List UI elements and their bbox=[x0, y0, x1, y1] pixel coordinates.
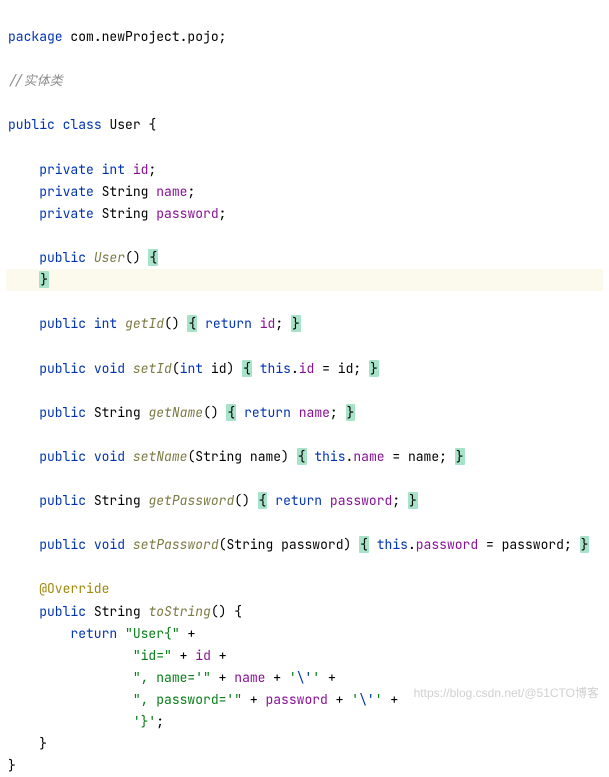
type-string: String bbox=[102, 205, 149, 222]
param-id: id bbox=[211, 360, 227, 377]
package-name: com.newProject.pojo bbox=[70, 28, 218, 45]
code-editor[interactable]: package com.newProject.pojo; //实体类 publi… bbox=[0, 0, 609, 777]
field-id: id bbox=[260, 315, 276, 332]
keyword-private: private bbox=[39, 161, 94, 178]
keyword-public: public bbox=[8, 116, 55, 133]
field-password: password bbox=[416, 536, 478, 553]
type-void: void bbox=[94, 360, 125, 377]
method-setPassword: setPassword bbox=[133, 536, 219, 553]
keyword-this: this bbox=[377, 536, 408, 553]
op-plus: + bbox=[273, 669, 281, 686]
keyword-this: this bbox=[314, 448, 345, 465]
method-getId: getId bbox=[125, 315, 164, 332]
string-literal: ", name='" bbox=[133, 669, 211, 686]
keyword-public: public bbox=[39, 404, 86, 421]
field-name: name bbox=[353, 448, 384, 465]
string-literal: "id=" bbox=[133, 647, 172, 664]
param-password: password bbox=[281, 536, 343, 553]
type-void: void bbox=[94, 536, 125, 553]
method-setName: setName bbox=[133, 448, 188, 465]
type-string: String bbox=[226, 536, 273, 553]
string-literal: '\'' bbox=[289, 669, 320, 686]
keyword-public: public bbox=[39, 536, 86, 553]
field-id: id bbox=[299, 360, 315, 377]
param-name: name bbox=[408, 448, 439, 465]
op-plus: + bbox=[336, 691, 344, 708]
keyword-public: public bbox=[39, 448, 86, 465]
op-plus: + bbox=[219, 669, 227, 686]
op-plus: + bbox=[219, 647, 227, 664]
method-setId: setId bbox=[133, 360, 172, 377]
type-int: int bbox=[180, 360, 203, 377]
keyword-public: public bbox=[39, 315, 86, 332]
keyword-return: return bbox=[244, 404, 291, 421]
keyword-return: return bbox=[275, 492, 322, 509]
string-literal: ", password='" bbox=[133, 691, 242, 708]
keyword-return: return bbox=[205, 315, 252, 332]
field-name: name bbox=[156, 183, 187, 200]
keyword-private: private bbox=[39, 183, 94, 200]
brace-open: { bbox=[148, 249, 158, 266]
field-password: password bbox=[330, 492, 392, 509]
keyword-public: public bbox=[39, 360, 86, 377]
brace-close: } bbox=[39, 271, 49, 288]
string-literal: '\'' bbox=[351, 691, 382, 708]
field-id: id bbox=[133, 161, 149, 178]
keyword-class: class bbox=[63, 116, 102, 133]
param-name: name bbox=[250, 448, 281, 465]
field-id: id bbox=[195, 647, 211, 664]
type-int: int bbox=[94, 315, 117, 332]
type-string: String bbox=[94, 404, 141, 421]
type-string: String bbox=[94, 492, 141, 509]
keyword-public: public bbox=[39, 249, 86, 266]
op-plus: + bbox=[390, 691, 398, 708]
param-password: password bbox=[502, 536, 564, 553]
keyword-package: package bbox=[8, 28, 63, 45]
string-literal: '}' bbox=[133, 713, 156, 730]
field-password: password bbox=[265, 691, 327, 708]
type-int: int bbox=[102, 161, 125, 178]
field-name: name bbox=[299, 404, 330, 421]
comment: //实体类 bbox=[8, 72, 63, 89]
class-name: User bbox=[109, 116, 140, 133]
op-plus: + bbox=[328, 669, 336, 686]
constructor: User bbox=[94, 249, 125, 266]
keyword-private: private bbox=[39, 205, 94, 222]
method-getPassword: getPassword bbox=[148, 492, 234, 509]
op-plus: + bbox=[180, 647, 188, 664]
type-void: void bbox=[94, 448, 125, 465]
op-plus: + bbox=[187, 625, 195, 642]
type-string: String bbox=[102, 183, 149, 200]
annotation-override: @Override bbox=[39, 580, 109, 597]
keyword-return: return bbox=[70, 625, 117, 642]
keyword-this: this bbox=[260, 360, 291, 377]
op-plus: + bbox=[250, 691, 258, 708]
type-string: String bbox=[94, 603, 141, 620]
param-id: id bbox=[338, 360, 354, 377]
field-password: password bbox=[156, 205, 218, 222]
field-name: name bbox=[234, 669, 265, 686]
type-string: String bbox=[195, 448, 242, 465]
method-getName: getName bbox=[148, 404, 203, 421]
string-literal: "User{" bbox=[125, 625, 180, 642]
keyword-public: public bbox=[39, 492, 86, 509]
keyword-public: public bbox=[39, 603, 86, 620]
method-toString: toString bbox=[148, 603, 210, 620]
